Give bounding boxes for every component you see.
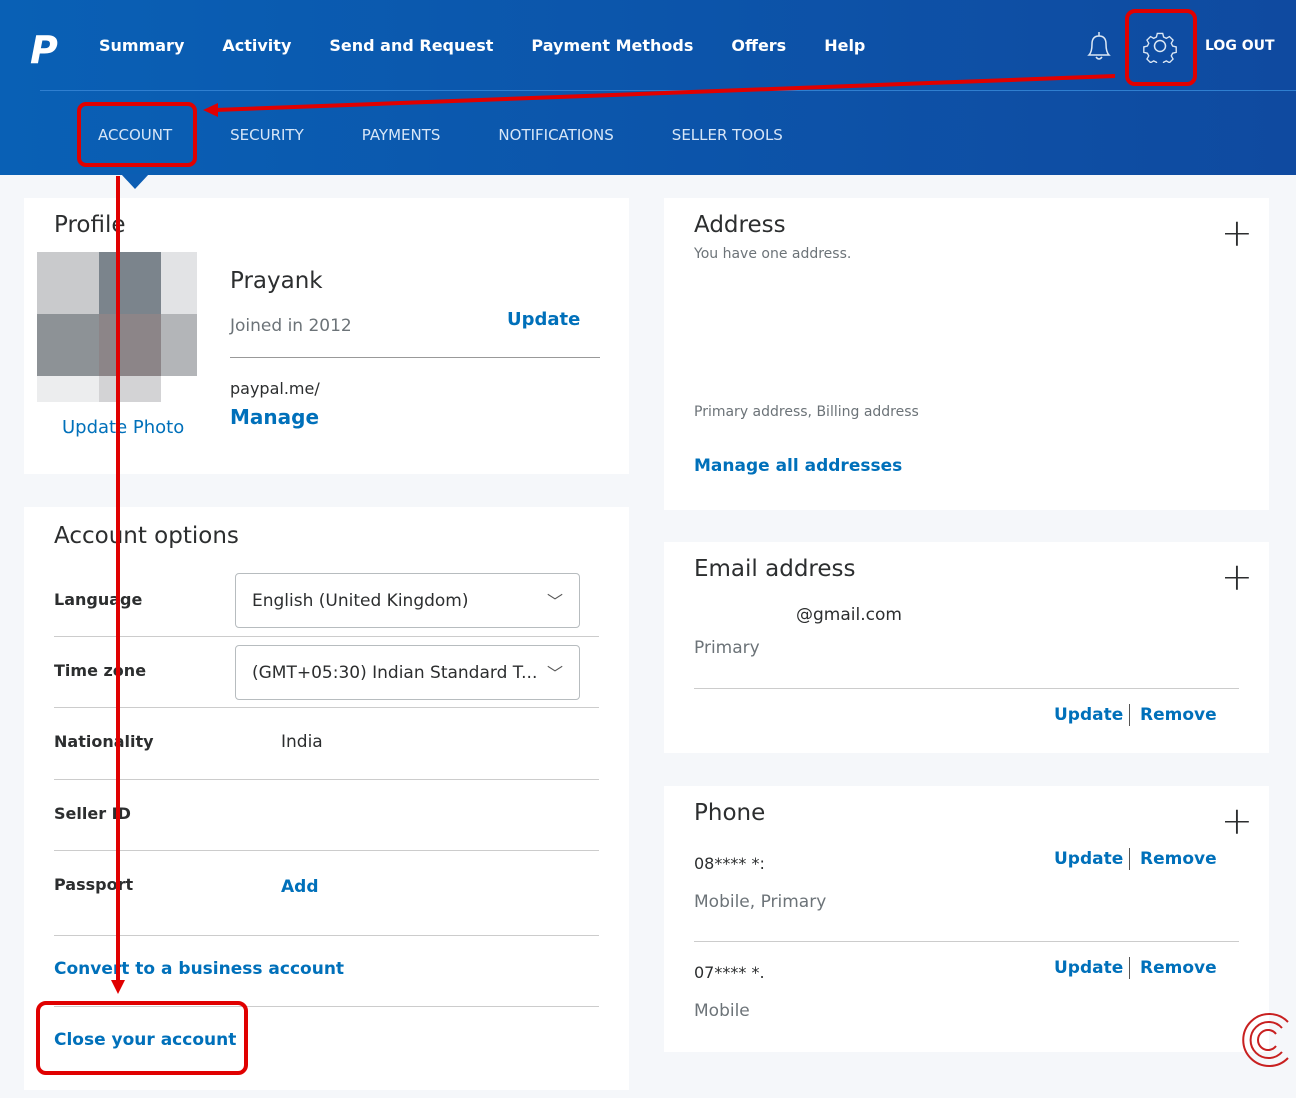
nationality-label: Nationality (54, 732, 154, 751)
phone-number: 07**** *. (694, 963, 765, 982)
email-primary: Primary (694, 638, 760, 658)
chevron-down-icon: ﹀ (546, 664, 563, 683)
address-title: Address (694, 212, 786, 238)
phone-update-link[interactable]: Update (1054, 958, 1123, 978)
main-nav: Summary Activity Send and Request Paymen… (99, 36, 865, 55)
update-profile-link[interactable]: Update (507, 309, 580, 330)
gear-icon[interactable] (1143, 29, 1177, 63)
settings-tabs: ACCOUNT SECURITY PAYMENTS NOTIFICATIONS … (98, 126, 783, 144)
logout-button[interactable]: LOG OUT (1205, 38, 1275, 54)
tab-notifications[interactable]: NOTIFICATIONS (498, 126, 613, 144)
manage-paypalme-link[interactable]: Manage (230, 405, 319, 429)
update-photo-link[interactable]: Update Photo (62, 417, 184, 438)
phone-number: 08**** *: (694, 854, 765, 873)
tab-account[interactable]: ACCOUNT (98, 126, 172, 144)
email-card: Email address + @gmail.com Primary Updat… (664, 542, 1269, 753)
passport-label: Passport (54, 875, 134, 894)
nationality-value: India (281, 732, 323, 752)
address-type: Primary address, Billing address (694, 404, 919, 420)
nav-help[interactable]: Help (824, 36, 865, 55)
profile-card: Profile Update Photo Prayank Joined in 2… (24, 198, 629, 474)
add-phone-plus-icon[interactable]: + (1221, 802, 1253, 840)
divider (40, 90, 1296, 91)
language-select[interactable]: English (United Kingdom) ﹀ (235, 573, 580, 628)
account-options-title: Account options (54, 523, 239, 549)
phone-type: Mobile, Primary (694, 892, 827, 912)
timezone-value: (GMT+05:30) Indian Standard T... (252, 663, 538, 683)
language-value: English (United Kingdom) (252, 591, 469, 611)
phone-type: Mobile (694, 1001, 750, 1021)
phone-card: Phone + 08**** *: Mobile, Primary Update… (664, 786, 1269, 1052)
profile-title: Profile (54, 212, 126, 238)
nav-offers[interactable]: Offers (731, 36, 786, 55)
email-update-link[interactable]: Update (1054, 705, 1123, 725)
paypal-logo[interactable]: P (30, 28, 58, 72)
joined-date: Joined in 2012 (230, 316, 352, 336)
profile-name: Prayank (230, 268, 323, 294)
manage-addresses-link[interactable]: Manage all addresses (694, 456, 902, 476)
phone-title: Phone (694, 800, 766, 826)
tab-seller-tools[interactable]: SELLER TOOLS (672, 126, 783, 144)
avatar[interactable] (37, 252, 197, 402)
address-card: Address + You have one address. Primary … (664, 198, 1269, 510)
language-label: Language (54, 590, 143, 609)
chevron-down-icon: ﹀ (546, 592, 563, 611)
nav-payment-methods[interactable]: Payment Methods (531, 36, 693, 55)
add-address-plus-icon[interactable]: + (1221, 214, 1253, 252)
phone-remove-link[interactable]: Remove (1140, 958, 1217, 978)
tab-payments[interactable]: PAYMENTS (362, 126, 441, 144)
close-account-link[interactable]: Close your account (54, 1030, 236, 1050)
phone-remove-link[interactable]: Remove (1140, 849, 1217, 869)
tab-security[interactable]: SECURITY (230, 126, 304, 144)
email-value: @gmail.com (796, 605, 902, 625)
active-tab-indicator (121, 174, 149, 189)
timezone-select[interactable]: (GMT+05:30) Indian Standard T... ﹀ (235, 645, 580, 700)
add-passport-link[interactable]: Add (281, 877, 319, 897)
email-title: Email address (694, 556, 856, 582)
add-email-plus-icon[interactable]: + (1221, 558, 1253, 596)
address-subtitle: You have one address. (694, 246, 852, 262)
convert-business-link[interactable]: Convert to a business account (54, 959, 344, 979)
header: P Summary Activity Send and Request Paym… (0, 0, 1296, 175)
seller-id-label: Seller ID (54, 804, 131, 823)
paypalme-label: paypal.me/ (230, 379, 320, 398)
phone-update-link[interactable]: Update (1054, 849, 1123, 869)
nav-summary[interactable]: Summary (99, 36, 184, 55)
nav-activity[interactable]: Activity (222, 36, 291, 55)
timezone-label: Time zone (54, 661, 147, 680)
nav-send-request[interactable]: Send and Request (329, 36, 493, 55)
bell-icon[interactable] (1084, 30, 1114, 62)
email-remove-link[interactable]: Remove (1140, 705, 1217, 725)
